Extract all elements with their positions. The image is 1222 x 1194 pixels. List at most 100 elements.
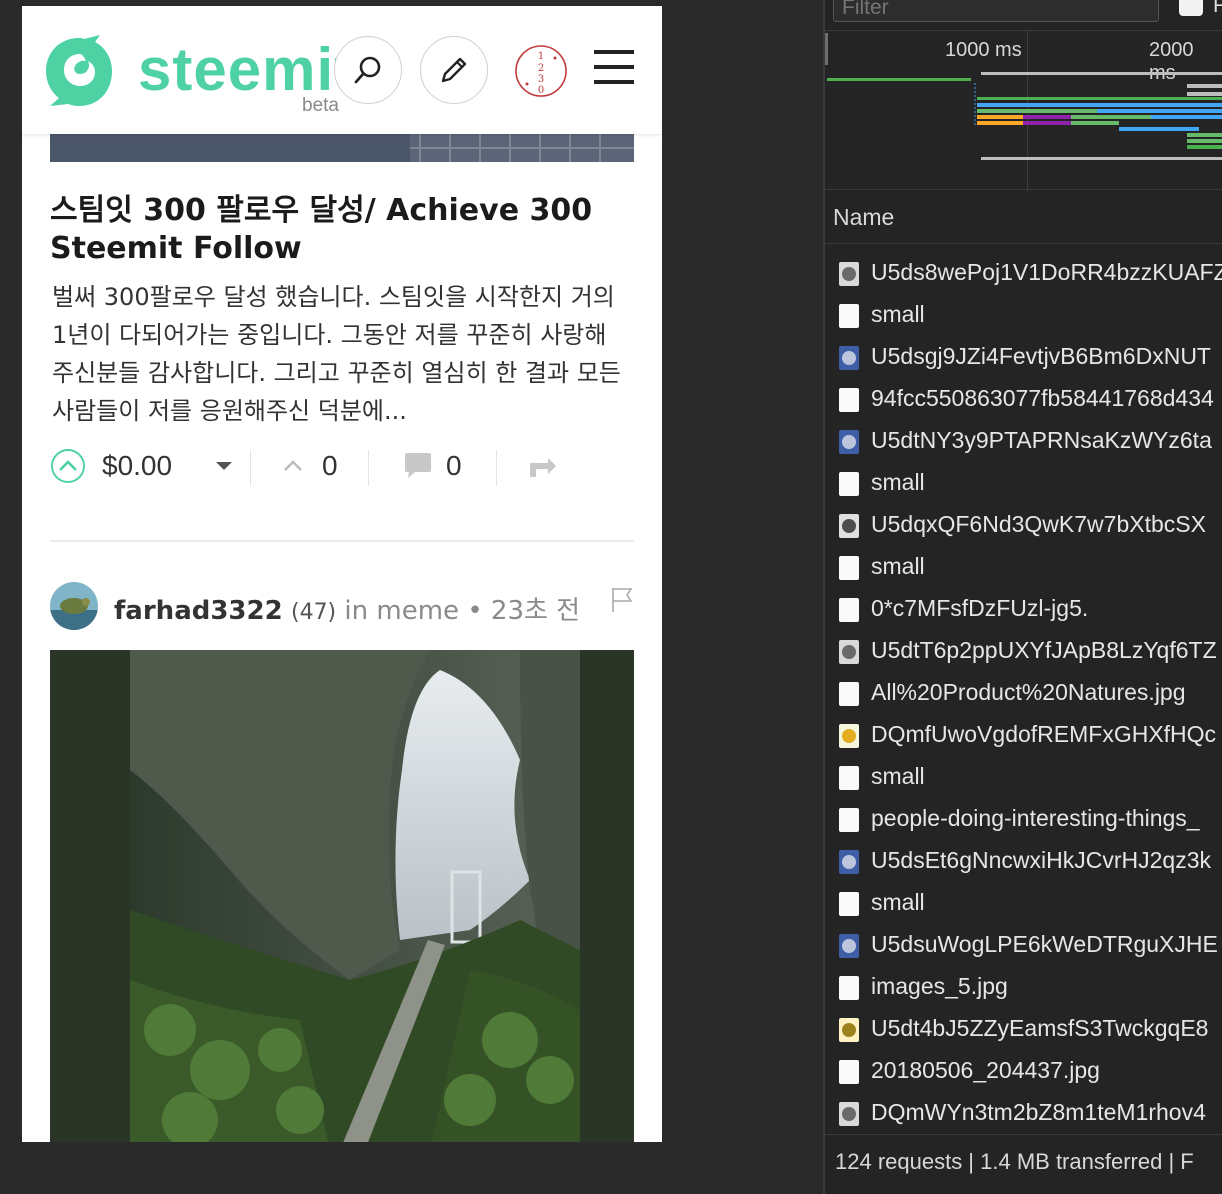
file-icon (839, 808, 859, 832)
resteem-button[interactable] (528, 444, 558, 488)
search-icon (354, 56, 381, 84)
logo-beta-label: beta (302, 95, 339, 116)
resteem-icon (530, 458, 556, 477)
request-name: small (871, 301, 925, 327)
request-row[interactable]: DQmWYn3tm2bZ8m1teM1rhov4 (825, 1092, 1222, 1134)
request-row[interactable]: images_5.jpg (825, 966, 1222, 1008)
request-name: U5dsgj9JZi4FevtjvB6Bm6DxNUT (871, 343, 1211, 369)
request-row[interactable]: small (825, 462, 1222, 504)
file-icon (839, 304, 859, 328)
name-column-header[interactable]: Name (825, 190, 1222, 244)
request-row[interactable]: U5dsgj9JZi4FevtjvB6Bm6DxNUT (825, 336, 1222, 378)
image-thumbnail-icon (839, 934, 859, 958)
filter-checkbox[interactable] (1179, 0, 1203, 16)
request-row[interactable]: small (825, 756, 1222, 798)
request-name: U5dtT6p2ppUXYfJApB8LzYqf6TZ (871, 637, 1217, 663)
request-name: small (871, 763, 925, 789)
filter-option-label: F (1213, 0, 1222, 17)
image-thumbnail-icon (839, 262, 859, 286)
post-divider (50, 540, 634, 542)
request-row[interactable]: U5dt4bJ5ZZyEamsfS3TwckgqE8 (825, 1008, 1222, 1050)
comment-count[interactable]: 0 (402, 444, 462, 488)
request-name: people-doing-interesting-things_ (871, 805, 1200, 831)
request-row[interactable]: small (825, 546, 1222, 588)
file-icon (839, 1060, 859, 1084)
post-image[interactable] (50, 650, 634, 1142)
request-row[interactable]: U5dtT6p2ppUXYfJApB8LzYqf6TZ (825, 630, 1222, 672)
request-row[interactable]: small (825, 882, 1222, 924)
request-name: small (871, 553, 925, 579)
network-status-bar: 124 requests | 1.4 MB transferred | F (825, 1134, 1222, 1194)
file-icon (839, 976, 859, 1000)
payout-dropdown-icon[interactable] (214, 444, 234, 488)
previous-post-image[interactable] (50, 134, 634, 162)
post-title[interactable]: 스팀잇 300 팔로우 달성/ Achieve 300 Steemit Foll… (50, 192, 634, 268)
request-name: images_5.jpg (871, 973, 1008, 999)
request-row[interactable]: U5dtNY3y9PTAPRNsaKzWYz6ta (825, 420, 1222, 462)
image-thumbnail-icon (839, 724, 859, 748)
file-icon (839, 682, 859, 706)
avatar-digit: 1 (538, 51, 544, 62)
image-thumbnail-icon (839, 430, 859, 454)
request-row[interactable]: DQmfUwoVgdofREMFxGHXfHQc (825, 714, 1222, 756)
flag-icon[interactable] (610, 586, 634, 614)
author-avatar[interactable] (50, 582, 98, 630)
request-row[interactable]: U5ds8wePoj1V1DoRR4bzzKUAFZ (825, 252, 1222, 294)
avatar-digit: 2 (538, 63, 544, 74)
upvote-button[interactable] (50, 444, 86, 488)
request-row[interactable]: small (825, 294, 1222, 336)
request-name: 20180506_204437.jpg (871, 1057, 1100, 1083)
file-icon (839, 472, 859, 496)
comment-bubble-icon (405, 453, 431, 478)
request-name: All%20Product%20Natures.jpg (871, 679, 1186, 705)
request-name: U5dt4bJ5ZZyEamsfS3TwckgqE8 (871, 1015, 1209, 1041)
hamburger-menu-icon[interactable] (594, 50, 634, 86)
request-row[interactable]: 94fcc550863077fb58441768d434 (825, 378, 1222, 420)
post-author-row: farhad3322 (47) in meme • 23초 전 (50, 582, 634, 632)
post-excerpt[interactable]: 벌써 300팔로우 달성 했습니다. 스팀잇을 시작한지 거의 1년이 다되어가… (52, 278, 636, 430)
request-row[interactable]: 0*c7MFsfDzFUzl-jg5. (825, 588, 1222, 630)
steemit-logo-icon[interactable] (40, 32, 118, 110)
post-category[interactable]: meme (376, 596, 459, 626)
request-row[interactable]: U5dsuWogLPE6kWeDTRguXJHE (825, 924, 1222, 966)
author-name[interactable]: farhad3322 (114, 596, 283, 626)
payout-amount[interactable]: $0.00 (102, 444, 172, 488)
request-row[interactable]: All%20Product%20Natures.jpg (825, 672, 1222, 714)
request-list: U5ds8wePoj1V1DoRR4bzzKUAFZ small U5dsgj9JZ… (825, 252, 1222, 1134)
request-name: U5dsuWogLPE6kWeDTRguXJHE (871, 931, 1218, 957)
devtools-network-panel: F 1000 ms 2000 ms (823, 0, 1222, 1194)
site-header: steemit beta 1 2 3 0 (22, 6, 662, 134)
request-name: small (871, 889, 925, 915)
request-name: U5ds8wePoj1V1DoRR4bzzKUAFZ (871, 259, 1222, 285)
request-row[interactable]: U5dqxQF6Nd3QwK7w7bXtbcSX (825, 504, 1222, 546)
vote-count-value: 0 (322, 450, 338, 481)
image-thumbnail-icon (839, 514, 859, 538)
request-name: DQmWYn3tm2bZ8m1teM1rhov4 (871, 1099, 1206, 1125)
chevron-up-icon (284, 460, 302, 471)
pencil-icon (441, 57, 467, 83)
request-name: U5dsEt6gNncwxiHkJCvrHJ2qz3k (871, 847, 1211, 873)
file-icon (839, 766, 859, 790)
avatar-digit: 3 (538, 74, 544, 85)
logo-text[interactable]: steemit (138, 40, 355, 100)
request-name: U5dtNY3y9PTAPRNsaKzWYz6ta (871, 427, 1212, 453)
network-timeline-overview[interactable]: 1000 ms 2000 ms (825, 30, 1222, 191)
request-row[interactable]: U5dsEt6gNncwxiHkJCvrHJ2qz3k (825, 840, 1222, 882)
post-footer: $0.00 0 0 (50, 444, 634, 488)
user-avatar-icon[interactable]: 1 2 3 0 (514, 44, 568, 98)
in-label: in (344, 596, 369, 626)
request-row[interactable]: people-doing-interesting-things_ (825, 798, 1222, 840)
image-thumbnail-icon (839, 1018, 859, 1042)
vote-count[interactable]: 0 (282, 444, 338, 488)
author-reputation: (47) (290, 600, 337, 625)
filter-bar: F (825, 0, 1222, 30)
comment-count-value: 0 (446, 450, 462, 481)
filter-input[interactable] (833, 0, 1159, 22)
search-button[interactable] (334, 36, 402, 104)
image-thumbnail-icon (839, 640, 859, 664)
request-name: DQmfUwoVgdofREMFxGHXfHQc (871, 721, 1217, 747)
upvote-chevron-icon (51, 449, 85, 483)
file-icon (839, 388, 859, 412)
write-post-button[interactable] (420, 36, 488, 104)
request-row[interactable]: 20180506_204437.jpg (825, 1050, 1222, 1092)
